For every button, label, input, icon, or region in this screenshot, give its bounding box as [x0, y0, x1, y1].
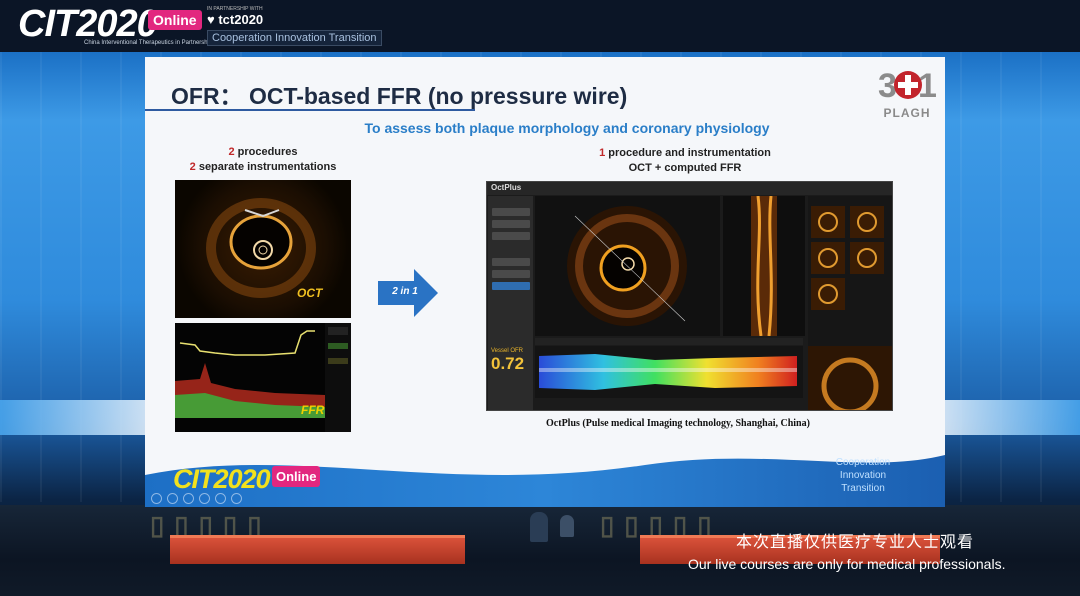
footer-motto-cooperation: Cooperation [835, 457, 891, 468]
oct-label: OCT [297, 286, 323, 300]
header-motto: Cooperation Innovation Transition [207, 30, 382, 46]
procedure-text: procedure and instrumentation [605, 147, 771, 159]
octplus-control-panel: Vessel OFR 0.72 [488, 196, 533, 410]
notice-chinese: 本次直播仅供医疗专业人士观看 [736, 534, 975, 551]
slide-pen-icon[interactable] [183, 493, 194, 504]
tct-logo-text: tct2020 [218, 12, 264, 27]
oct-image: OCT [175, 180, 351, 318]
slide-more-icon[interactable] [231, 493, 242, 504]
instrumentations-text: separate instrumentations [195, 161, 337, 173]
slide-grid-icon[interactable] [199, 493, 210, 504]
left-column-heading: 2 procedures 2 separate instrumentations [173, 145, 353, 175]
footer-motto: Cooperation Innovation Transition [813, 456, 913, 495]
octplus-oct-view [535, 196, 720, 336]
stage-decor-letters: ▯▯▯▯▯ [150, 510, 272, 540]
octplus-app-name: OctPlus [491, 183, 522, 192]
two-in-one-label: 2 in 1 [392, 286, 418, 297]
ffr-gradient-bar-icon [539, 354, 797, 390]
octplus-panel-button [492, 208, 530, 216]
octplus-software-screenshot: OctPlus Vessel OFR 0.72 [486, 181, 893, 411]
panel-table-left [170, 535, 465, 564]
ffr-waveform-icon [175, 323, 351, 432]
heart-icon: ♥ [207, 12, 215, 27]
oct-computed-ffr-text: OCT + computed FFR [628, 162, 742, 174]
plagh-logo-icon: 3 1 [878, 67, 936, 103]
cit-logo: CIT2020 [18, 3, 158, 45]
stage-light-right [945, 400, 1080, 435]
octplus-panel-button [492, 232, 530, 240]
longitudinal-vessel-icon [751, 195, 777, 337]
octplus-panel-button [492, 270, 530, 278]
notice-english: Our live courses are only for medical pr… [688, 556, 1006, 572]
stage-light-left [0, 400, 145, 435]
tct-logo: IN PARTNERSHIP WITH ♥ tct2020 [207, 6, 264, 27]
octplus-toolbar: OctPlus [487, 182, 892, 195]
slide-prev-icon[interactable] [151, 493, 162, 504]
online-badge: Online [148, 10, 202, 30]
podium [560, 515, 574, 537]
presentation-slide: OFR： OCT-based FFR (no pressure wire) 3 … [145, 57, 945, 507]
slide-zoom-icon[interactable] [215, 493, 226, 504]
software-caption: OctPlus (Pulse medical Imaging technolog… [546, 418, 810, 429]
speaker-figure [530, 512, 548, 542]
broadcast-header: CIT2020 Online China Interventional Ther… [0, 0, 1080, 52]
oct-cross-section-icon [567, 206, 687, 326]
title-underline [145, 109, 475, 111]
octplus-longitudinal-view [723, 195, 805, 337]
slide-title: OFR： OCT-based FFR (no pressure wire) [171, 83, 628, 109]
footer-motto-innovation: Innovation [839, 470, 887, 481]
right-column-heading: 1 procedure and instrumentation OCT + co… [515, 146, 855, 176]
stage-decor-letters: ▯▯▯▯▯ [600, 510, 722, 540]
footer-cit-logo: CIT2020 [173, 464, 271, 494]
procedures-text: procedures [234, 146, 298, 158]
slide-next-icon[interactable] [167, 493, 178, 504]
footer-online-badge: Online [272, 466, 321, 487]
ffr-label: FFR [301, 403, 325, 417]
octplus-ffr-pullback-bar [535, 346, 803, 398]
footer-motto-transition: Transition [841, 483, 885, 494]
ffr-pressure-trace: FFR [175, 323, 351, 432]
plagh-logo-label: PLAGH [883, 106, 931, 120]
octplus-ffr-tabs [535, 338, 803, 345]
octplus-thumbnail-panel [808, 196, 892, 410]
oct-thumbnails-icon [808, 206, 892, 410]
slide-subtitle: To assess both plaque morphology and cor… [364, 120, 770, 136]
octplus-panel-button [492, 258, 530, 266]
octplus-panel-button [492, 220, 530, 228]
oct-cross-section-icon [206, 198, 316, 298]
octplus-panel-button-active [492, 282, 530, 290]
vessel-ofr-value: 0.72 [491, 354, 525, 373]
